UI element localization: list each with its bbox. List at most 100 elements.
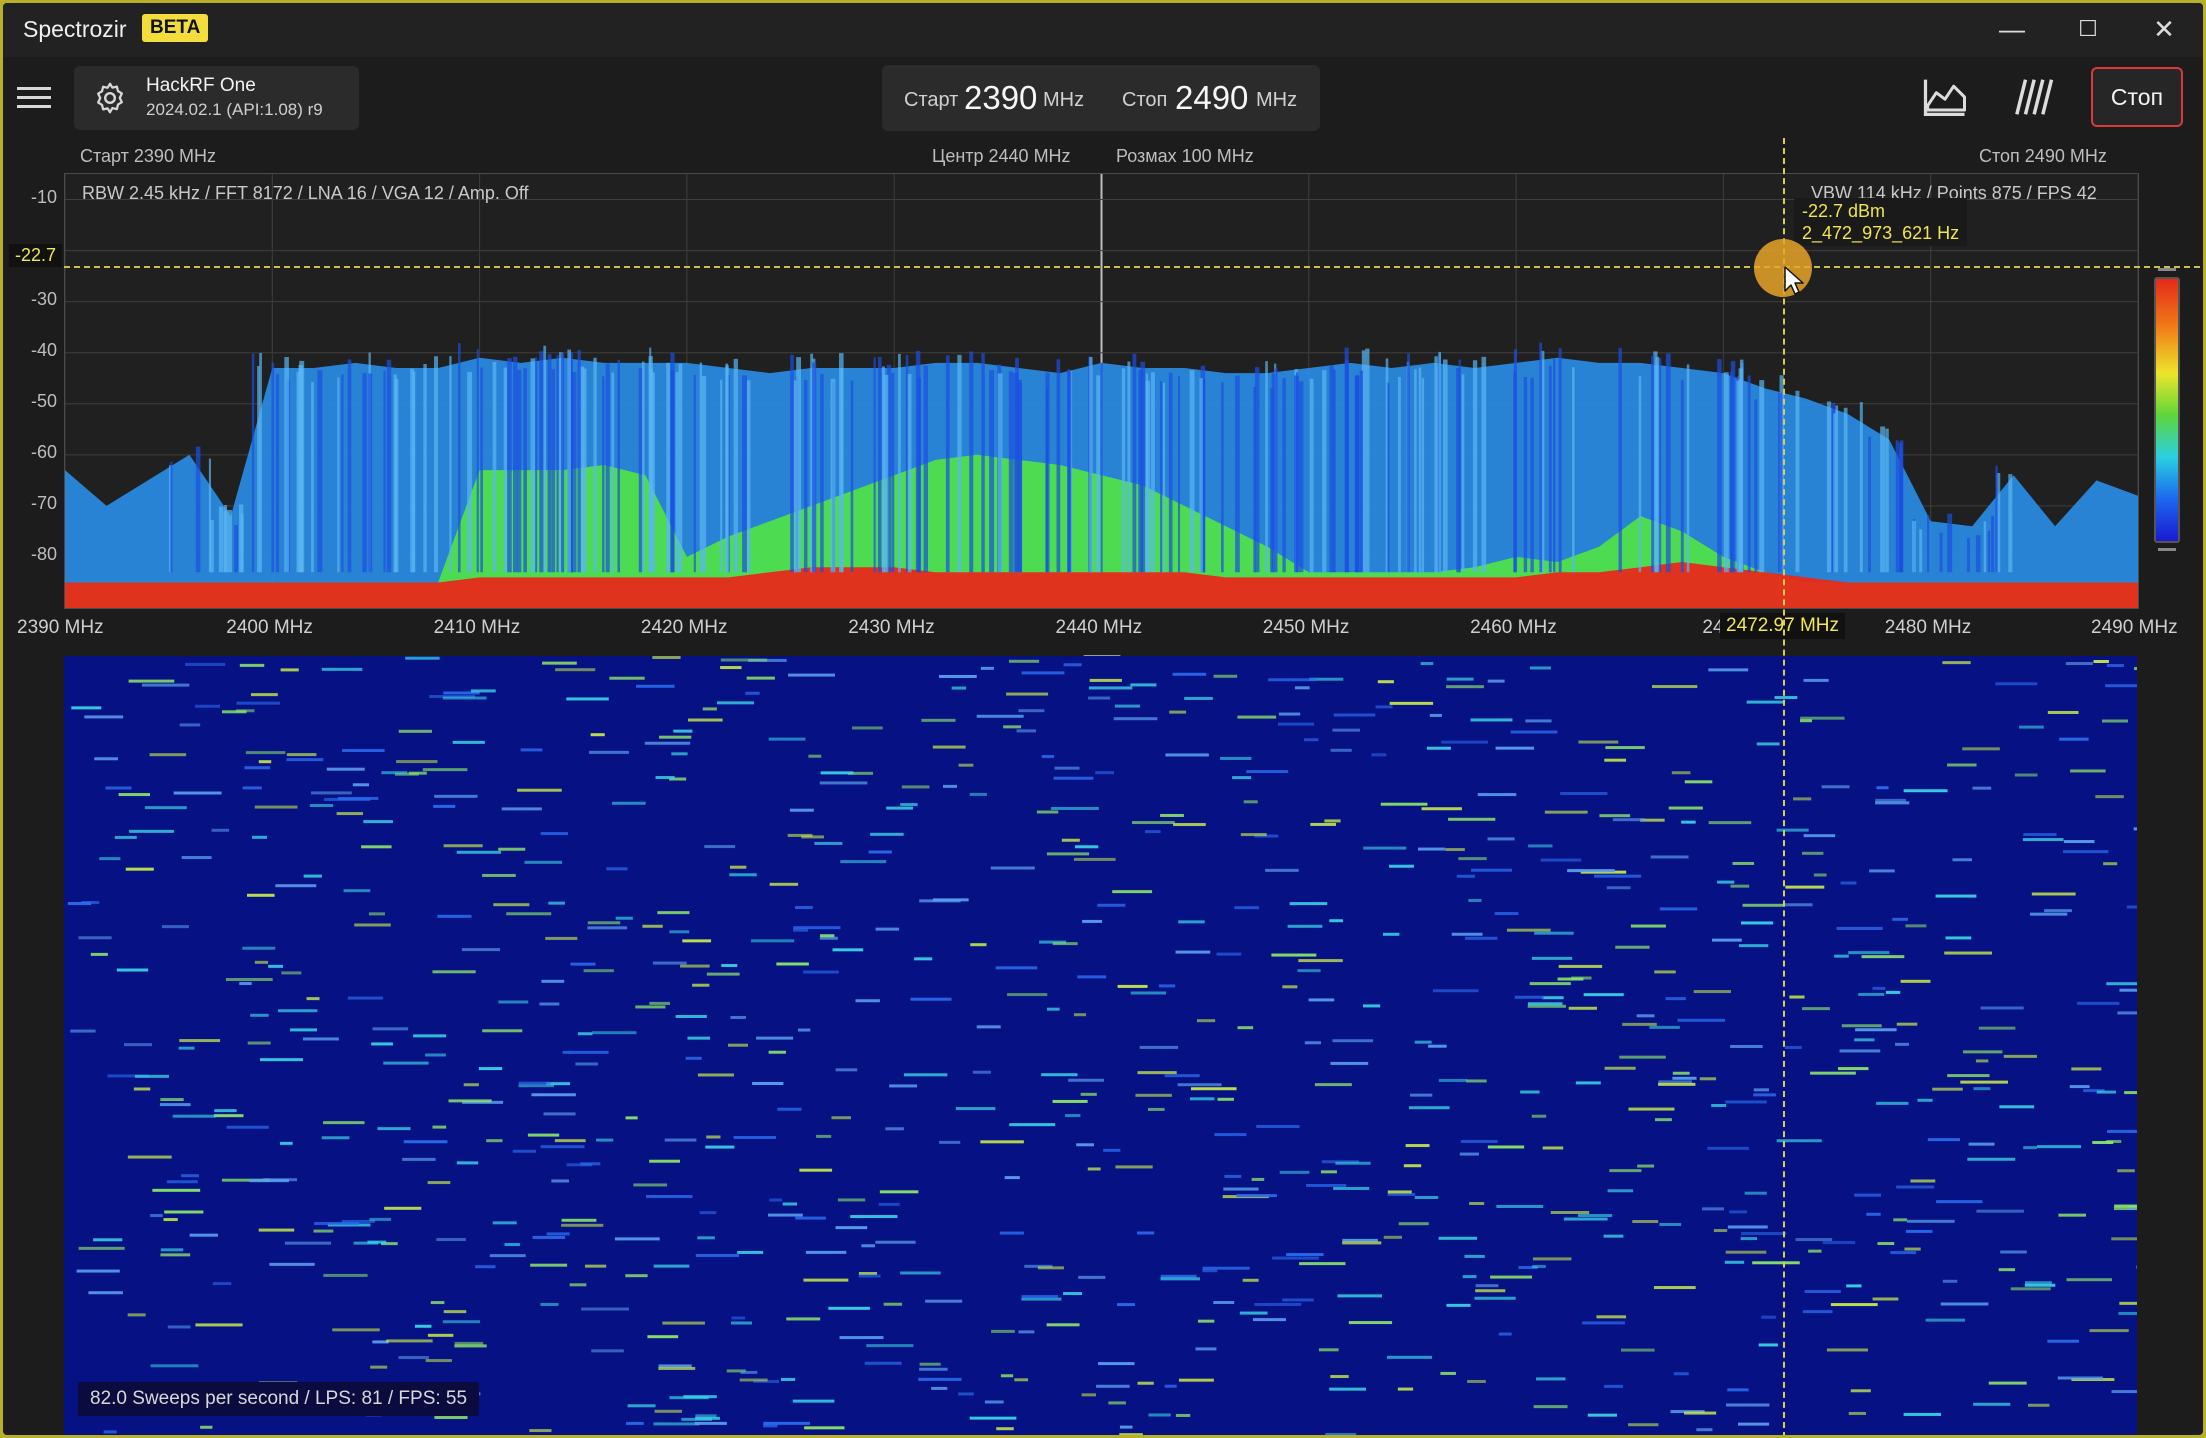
waterfall-trace	[1895, 1043, 1909, 1046]
waterfall-trace	[1282, 985, 1297, 988]
waterfall-trace	[673, 730, 692, 733]
waterfall-trace	[1422, 807, 1462, 810]
waterfall-trace	[457, 851, 501, 854]
waterfall-trace	[1236, 1194, 1276, 1197]
waterfall-trace	[528, 1134, 559, 1137]
waterfall-trace	[1254, 1303, 1301, 1306]
waterfall-trace	[1631, 925, 1666, 928]
waterfall-trace	[1214, 675, 1238, 678]
waterfall-trace	[781, 1378, 795, 1381]
waterfall-trace	[1427, 747, 1451, 750]
waterfall-trace	[1178, 920, 1205, 923]
color-scale-bottom-handle[interactable]	[2158, 548, 2176, 551]
waterfall-trace	[652, 656, 680, 659]
waterfall-trace	[1707, 1147, 1749, 1150]
waterfall-trace	[2106, 1140, 2121, 1143]
waterfall-trace	[1932, 1088, 1963, 1091]
device-name: HackRF One	[146, 75, 256, 97]
waterfall-trace	[455, 1342, 484, 1345]
waterfall-trace	[642, 925, 662, 928]
waterfall-trace	[371, 1042, 393, 1045]
waterfall-trace	[1176, 1414, 1190, 1417]
waterfall-trace	[788, 834, 813, 837]
start-value[interactable]: 2390	[964, 79, 1037, 117]
waterfall-trace	[1649, 1026, 1679, 1029]
maximize-button[interactable]: ☐	[2064, 9, 2112, 49]
waterfall-trace	[548, 902, 565, 905]
waterfall-trace	[1822, 785, 1850, 788]
waterfall-trace	[84, 715, 123, 718]
area-chart-icon[interactable]	[1919, 71, 1971, 123]
waterfall-trace	[1708, 668, 1748, 671]
waterfall-trace	[1332, 729, 1360, 732]
waterfall-trace	[1628, 1423, 1658, 1426]
waterfall-trace	[1490, 1276, 1532, 1279]
waterfall-trace	[933, 898, 969, 901]
waterfall-trace	[1118, 985, 1148, 988]
waterfall-trace	[1452, 933, 1483, 936]
waterfall-trace	[287, 753, 317, 756]
waterfall-trace	[1173, 823, 1206, 826]
waterfall-trace	[323, 1121, 364, 1124]
close-button[interactable]: ✕	[2140, 9, 2188, 49]
waterfall-trace	[1319, 1348, 1339, 1351]
waterfall-trace	[1897, 1023, 1917, 1026]
waterfall-trace	[1363, 847, 1406, 850]
waterfall-trace	[1007, 993, 1047, 996]
waterfall-chart	[64, 656, 2137, 1435]
waterfall-trace	[1651, 855, 1689, 858]
waterfall-trace	[1298, 959, 1342, 962]
marker-cursor-line[interactable]	[1783, 138, 1785, 1435]
waterfall-trace	[1936, 895, 1977, 898]
waterfall-trace	[669, 930, 689, 933]
waterfall-trace	[1872, 987, 1885, 990]
waterfall-trace	[904, 1073, 947, 1076]
waterfall-trace	[1873, 1297, 1899, 1300]
waterfall-trace	[415, 1325, 431, 1328]
waterfall-trace	[2019, 726, 2044, 729]
waterfall-trace	[542, 662, 577, 665]
waterfall-trace	[697, 1236, 715, 1239]
waterfall-trace	[1777, 829, 1809, 832]
waterfall-icon[interactable]	[2006, 71, 2058, 123]
waterfall-trace	[2089, 1329, 2128, 1332]
waterfall-trace	[1532, 957, 1572, 960]
waterfall-trace	[1478, 793, 1517, 796]
waterfall-plot[interactable]: 82.0 Sweeps per second / LPS: 81 / FPS: …	[64, 656, 2137, 1435]
waterfall-trace	[900, 1271, 940, 1274]
waterfall-trace	[1525, 719, 1551, 722]
menu-icon[interactable]	[17, 81, 51, 111]
waterfall-trace	[836, 1226, 868, 1229]
stop-button[interactable]: Стоп	[2091, 67, 2183, 127]
x-tick-label: 2490 MHz	[2091, 617, 2178, 639]
waterfall-trace	[2015, 774, 2038, 777]
waterfall-trace	[889, 1084, 917, 1087]
color-scale-bar[interactable]	[2154, 277, 2180, 543]
waterfall-trace	[1728, 1225, 1768, 1228]
waterfall-trace	[734, 1136, 776, 1139]
waterfall-trace	[1469, 1202, 1484, 1205]
waterfall-trace	[348, 997, 383, 1000]
waterfall-trace	[386, 1339, 432, 1342]
waterfall-trace	[747, 677, 775, 680]
waterfall-trace	[551, 1179, 569, 1182]
waterfall-trace	[1135, 1094, 1171, 1097]
device-selector[interactable]: HackRF One 2024.02.1 (API:1.08) r9	[74, 66, 359, 130]
x-tick-label: 2440 MHz	[1056, 617, 1143, 639]
waterfall-trace	[956, 1107, 996, 1110]
waterfall-trace	[1973, 1403, 2010, 1406]
minimize-button[interactable]: —	[1988, 9, 2036, 49]
waterfall-trace	[1619, 1056, 1665, 1059]
waterfall-trace	[840, 1336, 884, 1339]
waterfall-trace	[1047, 852, 1089, 855]
marker-level-line	[64, 266, 2200, 268]
waterfall-trace	[432, 970, 475, 973]
color-scale-top-handle[interactable]	[2158, 268, 2176, 271]
waterfall-trace	[1428, 1045, 1447, 1048]
waterfall-trace	[94, 757, 118, 760]
waterfall-trace	[342, 749, 384, 752]
waterfall-trace	[1214, 1133, 1246, 1136]
waterfall-trace	[776, 962, 809, 965]
waterfall-trace	[2124, 1091, 2137, 1094]
stop-value[interactable]: 2490	[1175, 79, 1248, 117]
